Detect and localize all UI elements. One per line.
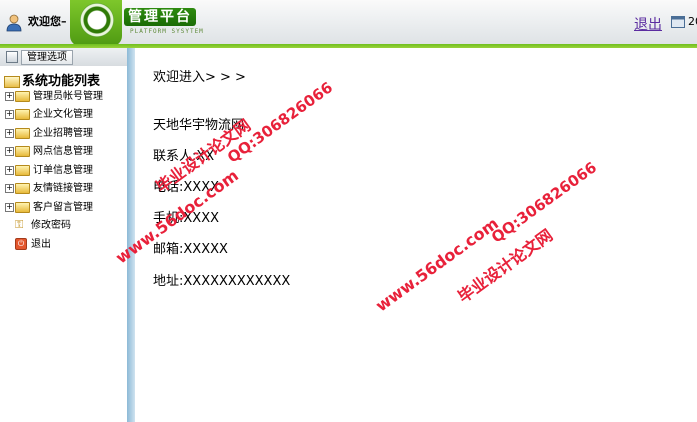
expand-icon[interactable]: + — [5, 183, 14, 193]
expand-icon[interactable]: + — [5, 109, 14, 119]
folder-icon — [15, 90, 30, 102]
sidebar-item-admin-accounts[interactable]: + 管理员帐号管理 — [5, 90, 103, 104]
sidebar-item-messages[interactable]: + 客户留言管理 — [5, 201, 93, 215]
brand-title: 管理平台 — [124, 8, 196, 26]
sidebar-item-label: 修改密码 — [31, 220, 71, 231]
expand-icon[interactable]: + — [5, 202, 14, 212]
folder-icon — [15, 201, 30, 213]
calendar-icon — [671, 16, 685, 28]
sidebar-header: 管理选项 — [0, 48, 127, 66]
sidebar-item-label: 退出 — [31, 239, 51, 250]
welcome-text: 欢迎您– — [28, 15, 67, 28]
key-icon: ⚿ — [15, 218, 24, 231]
logo-icon — [80, 3, 114, 37]
header-bar: 欢迎您– 管理平台 PLATFORM SYSYTEM 退出 20 — [0, 0, 697, 46]
email-address: 邮箱:XXXXX — [153, 242, 228, 257]
sidebar-item-label: 客户留言管理 — [33, 202, 93, 213]
sidebar-item-label: 订单信息管理 — [33, 165, 93, 176]
exit-icon: ⏻ — [15, 238, 27, 250]
sidebar-item-links[interactable]: + 友情链接管理 — [5, 182, 93, 196]
main-content: 欢迎进入> > > 天地华宇物流网 联系人:XX 电话:XXXX 手机:XXXX… — [135, 48, 697, 422]
expand-icon[interactable]: + — [5, 165, 14, 175]
sidebar-item-label: 管理员帐号管理 — [33, 91, 103, 102]
sidebar-item-label: 网点信息管理 — [33, 146, 93, 157]
sidebar-item-outlets[interactable]: + 网点信息管理 — [5, 145, 93, 159]
sidebar-item-exit[interactable]: ⏻ 退出 — [5, 238, 51, 252]
folder-icon — [15, 145, 30, 157]
tree-root-label: 系统功能列表 — [22, 74, 101, 89]
sidebar-item-change-password[interactable]: ⚿ 修改密码 — [5, 219, 71, 233]
expand-icon[interactable]: + — [5, 91, 14, 101]
tree-root[interactable]: 系统功能列表 — [4, 70, 100, 89]
sidebar-item-recruit[interactable]: + 企业招聘管理 — [5, 127, 93, 141]
brand-subtitle: PLATFORM SYSYTEM — [130, 28, 204, 35]
manage-options-button[interactable]: 管理选项 — [21, 50, 73, 65]
options-icon — [6, 51, 18, 63]
expand-icon[interactable]: + — [5, 128, 14, 138]
sidebar-item-label: 企业文化管理 — [33, 109, 93, 120]
folder-icon — [15, 127, 30, 139]
sidebar-item-culture[interactable]: + 企业文化管理 — [5, 108, 93, 122]
sidebar-item-label: 友情链接管理 — [33, 183, 93, 194]
sidebar-item-orders[interactable]: + 订单信息管理 — [5, 164, 93, 178]
breadcrumb: 欢迎进入> > > — [153, 70, 246, 85]
logout-link[interactable]: 退出 — [634, 14, 662, 34]
user-icon — [6, 14, 22, 32]
expand-icon[interactable]: + — [5, 146, 14, 156]
sidebar: 管理选项 系统功能列表 + 管理员帐号管理 + 企业文化管理 + 企业招聘管理 + 网点… — [0, 48, 127, 422]
folder-open-icon — [4, 75, 20, 88]
folder-icon — [15, 108, 30, 120]
postal-address: 地址:XXXXXXXXXXXX — [153, 274, 291, 289]
sidebar-item-label: 企业招聘管理 — [33, 128, 93, 139]
folder-icon — [15, 182, 30, 194]
date-text: 20 — [688, 15, 697, 28]
folder-icon — [15, 164, 30, 176]
